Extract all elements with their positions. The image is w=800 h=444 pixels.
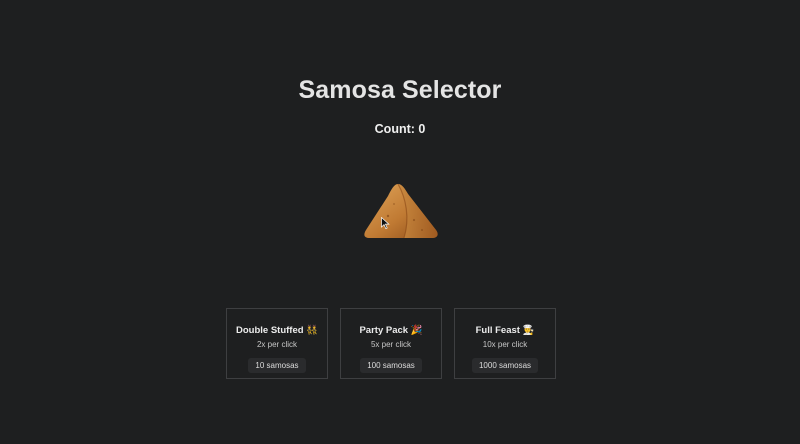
page: Samosa Selector Count: 0 Double Stuffed …	[0, 0, 800, 444]
samosa-button[interactable]	[358, 180, 442, 242]
upgrade-cost-badge: 100 samosas	[360, 358, 422, 373]
upgrade-rate: 10x per click	[482, 340, 528, 349]
upgrade-cost-badge: 1000 samosas	[471, 358, 539, 373]
upgrade-double-stuffed-button[interactable]: Double Stuffed 👯 2x per click 10 samosas	[226, 308, 328, 379]
count-display: Count: 0	[374, 122, 426, 136]
upgrade-full-feast-button[interactable]: Full Feast 👨‍🍳 10x per click 1000 samosa…	[454, 308, 556, 379]
page-title: Samosa Selector	[298, 76, 502, 104]
upgrade-rate: 2x per click	[256, 340, 297, 349]
samosa-icon	[364, 183, 438, 239]
upgrade-title: Double Stuffed 👯	[235, 325, 319, 336]
upgrade-cost-badge: 10 samosas	[248, 358, 306, 373]
upgrade-list: Double Stuffed 👯 2x per click 10 samosas…	[226, 308, 556, 379]
upgrade-title: Full Feast 👨‍🍳	[475, 325, 535, 336]
upgrade-party-pack-button[interactable]: Party Pack 🎉 5x per click 100 samosas	[340, 308, 442, 379]
upgrade-title: Party Pack 🎉	[359, 325, 423, 336]
upgrade-rate: 5x per click	[370, 340, 411, 349]
